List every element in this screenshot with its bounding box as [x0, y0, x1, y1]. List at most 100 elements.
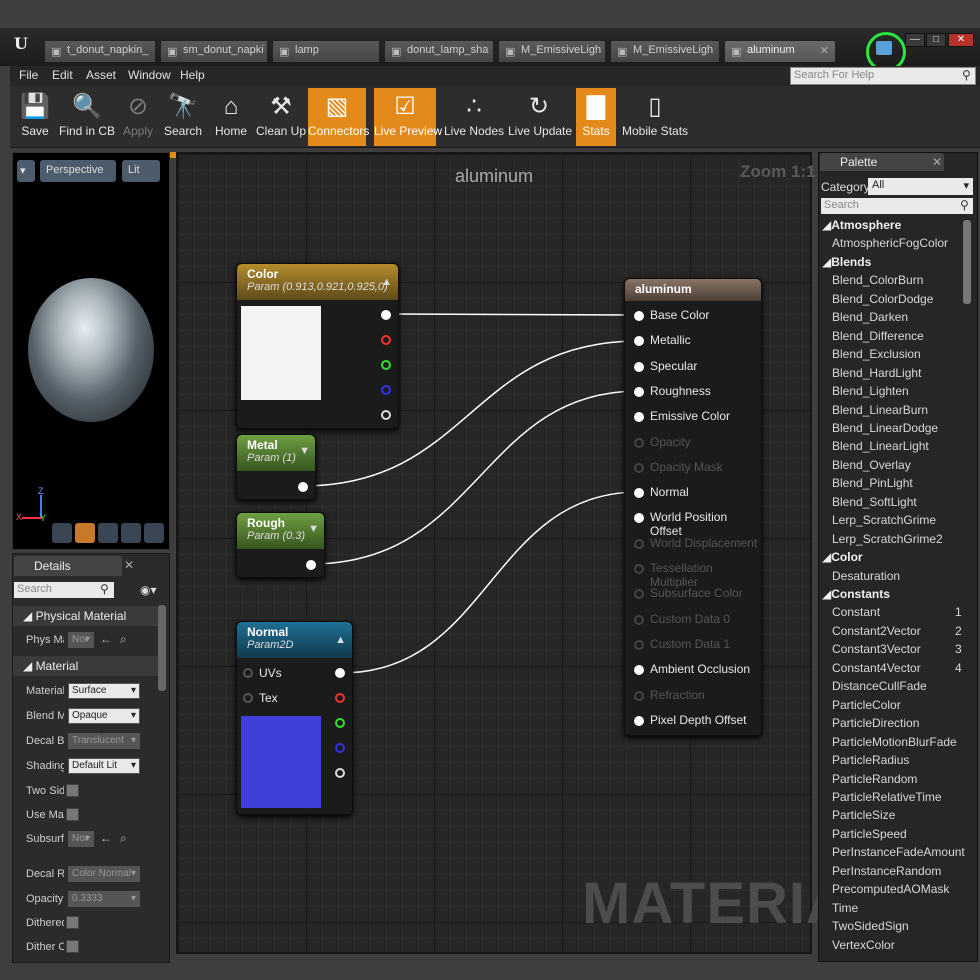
palette-group[interactable]: ◢Color [822, 550, 863, 564]
material-result-node[interactable]: aluminum Base Color Metallic Specular Rough… [624, 278, 762, 736]
palette-item[interactable]: Blend_ColorBurn [832, 273, 923, 287]
palette-item[interactable]: ParticleRandom [832, 772, 917, 786]
palette-group[interactable]: ◢Blends [822, 255, 871, 269]
pin-world-position-offset[interactable] [634, 513, 644, 524]
color-node-title: Color [247, 267, 279, 281]
tex-label: Tex [259, 691, 278, 705]
palette-item[interactable]: Blend_LinearDodge [832, 421, 938, 435]
palette-tab[interactable]: Palette [820, 153, 944, 171]
color-param-node[interactable]: Color Param (0.913,0.921,0.925,0) ▲ [236, 263, 399, 429]
normal-a-pin[interactable] [335, 768, 345, 778]
palette-item[interactable]: Constant4Vector [832, 661, 921, 675]
palette-item[interactable]: Blend_Darken [832, 310, 908, 324]
palette-item[interactable]: ParticleRadius [832, 753, 909, 767]
pin-ambient-occlusion[interactable] [634, 665, 644, 676]
pin-roughness[interactable] [634, 386, 644, 397]
pin-opacity [634, 437, 644, 448]
pin-normal[interactable] [634, 488, 644, 499]
palette-item[interactable]: ParticleSpeed [832, 827, 907, 841]
palette-item[interactable]: Blend_Lighten [832, 384, 909, 398]
category-select[interactable]: All ▾ [868, 178, 973, 195]
palette-item[interactable]: ParticleRelativeTime [832, 790, 942, 804]
palette-shortcut: 2 [955, 623, 962, 638]
normal-texture-thumbnail [241, 716, 321, 808]
palette-item[interactable]: ParticleSize [832, 808, 895, 822]
pin-specular[interactable] [634, 361, 644, 372]
normal-texture-node[interactable]: Normal Param2D ▲ UVs Tex [236, 621, 353, 815]
normal-node-sub: Param2D [247, 639, 294, 651]
palette-item[interactable]: Blend_LinearLight [832, 439, 929, 453]
palette-item[interactable]: ParticleMotionBlurFade [832, 735, 957, 749]
color-r-pin[interactable] [381, 335, 391, 345]
metal-output-pin[interactable] [298, 482, 308, 492]
palette-search-input[interactable]: Search [821, 198, 973, 214]
palette-item[interactable]: Lerp_ScratchGrime2 [832, 532, 943, 546]
palette-group[interactable]: ◢Constants [822, 587, 890, 601]
rough-output-pin[interactable] [306, 560, 316, 570]
palette-item[interactable]: Blend_LinearBurn [832, 403, 928, 417]
palette-item[interactable]: Blend_HardLight [832, 366, 921, 380]
collapse-triangle-icon[interactable]: ▼ [299, 445, 310, 457]
pin-label: Normal [650, 485, 689, 500]
palette-shortcut: 4 [955, 660, 962, 675]
pin-label: Custom Data 0 [650, 611, 731, 626]
palette-group[interactable]: ◢Atmosphere [822, 218, 901, 232]
palette-item[interactable]: DistanceCullFade [832, 679, 927, 693]
normal-rgb-pin[interactable] [335, 668, 345, 678]
palette-item[interactable]: Blend_SoftLight [832, 495, 917, 509]
tex-input-pin[interactable] [243, 693, 253, 703]
color-node-sub: Param (0.913,0.921,0.925,0) [247, 281, 388, 293]
normal-b-pin[interactable] [335, 743, 345, 753]
palette-item[interactable]: Blend_ColorDodge [832, 292, 933, 306]
palette-item[interactable]: PerInstanceRandom [832, 864, 941, 878]
metal-node-sub: Param (1) [247, 452, 296, 464]
palette-item[interactable]: ParticleDirection [832, 716, 919, 730]
pin-metallic[interactable] [634, 336, 644, 347]
wire-color-basecolor [388, 313, 640, 316]
palette-item[interactable]: Desaturation [832, 569, 900, 583]
color-b-pin[interactable] [381, 385, 391, 395]
palette-item[interactable]: ParticleColor [832, 698, 901, 712]
normal-g-pin[interactable] [335, 718, 345, 728]
palette-item[interactable]: PerInstanceFadeAmount [832, 845, 965, 859]
palette-item[interactable]: VertexColor [832, 938, 895, 952]
pin-label: Tessellation Multiplier [650, 561, 713, 589]
palette-item[interactable]: Blend_Exclusion [832, 347, 921, 361]
pin-label: Opacity Mask [650, 459, 723, 474]
color-rgb-pin[interactable] [381, 310, 391, 320]
collapse-triangle-icon[interactable]: ▼ [308, 523, 319, 535]
palette-scrollbar[interactable] [963, 220, 971, 304]
close-icon[interactable]: ✕ [932, 155, 942, 169]
palette-item[interactable]: Lerp_ScratchGrime [832, 513, 936, 527]
color-g-pin[interactable] [381, 360, 391, 370]
palette-shortcut: 1 [955, 605, 962, 620]
pin-label: Pixel Depth Offset [650, 712, 747, 727]
palette-item[interactable]: Blend_PinLight [832, 476, 913, 490]
palette-item[interactable]: Constant [832, 605, 880, 619]
color-swatch [241, 306, 321, 400]
palette-item[interactable]: AtmosphericFogColor [832, 236, 948, 250]
palette-item[interactable]: Blend_Overlay [832, 458, 911, 472]
palette-item[interactable]: TwoSidedSign [832, 919, 909, 933]
pin-pixel-depth-offset[interactable] [634, 715, 644, 726]
palette-item[interactable]: Blend_Difference [832, 329, 924, 343]
palette-item[interactable]: Constant3Vector [832, 642, 921, 656]
uvs-input-pin[interactable] [243, 668, 253, 678]
pin-label: World Displacement [650, 535, 758, 550]
pin-custom-data-1 [634, 639, 644, 650]
palette-item[interactable]: PrecomputedAOMask [832, 882, 949, 896]
chevron-down-icon: ▾ [963, 180, 969, 192]
pin-label: World Position Offset [650, 510, 728, 539]
collapse-triangle-icon[interactable]: ▲ [335, 634, 346, 646]
collapse-triangle-icon[interactable]: ▲ [381, 276, 392, 288]
category-label: Category: [821, 180, 874, 194]
pin-emissive-color[interactable] [634, 412, 644, 423]
pin-base-color[interactable] [634, 311, 644, 321]
pin-refraction [634, 690, 644, 701]
metal-param-node[interactable]: Metal Param (1) ▼ [236, 434, 316, 500]
palette-item[interactable]: Constant2Vector [832, 624, 921, 638]
rough-param-node[interactable]: Rough Param (0.3) ▼ [236, 512, 325, 578]
color-a-pin[interactable] [381, 410, 391, 420]
normal-r-pin[interactable] [335, 693, 345, 703]
palette-item[interactable]: Time [832, 901, 858, 915]
